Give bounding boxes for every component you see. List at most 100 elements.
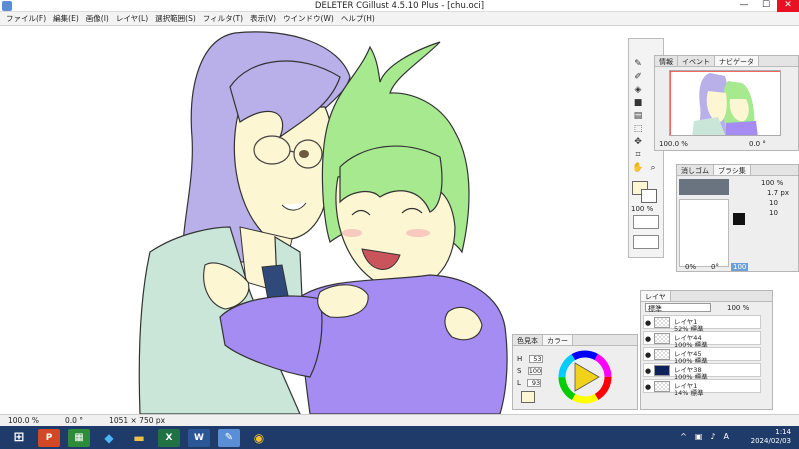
layer-row[interactable]: ● レイヤ45 100% 標準 xyxy=(643,347,761,365)
excel-icon[interactable]: X xyxy=(158,428,180,447)
toolbox-percent: 100 xyxy=(631,205,645,213)
brush-value-2[interactable]: 10 xyxy=(769,209,778,217)
eraser-tool-icon[interactable]: ◈ xyxy=(632,85,644,95)
layer-row[interactable]: ● レイヤ38 100% 標準 xyxy=(643,363,761,381)
layer-info: 14% 標準 xyxy=(674,389,704,397)
current-color-swatch[interactable] xyxy=(521,391,535,403)
brush-color-swatch[interactable] xyxy=(733,213,745,225)
cgillust-app-icon[interactable]: ✎ xyxy=(218,428,240,447)
menu-view[interactable]: 表示(V) xyxy=(250,13,276,24)
visibility-eye-icon[interactable]: ● xyxy=(645,319,651,327)
visibility-eye-icon[interactable]: ● xyxy=(645,367,651,375)
hue-value[interactable]: 53 xyxy=(528,355,543,363)
layer-opacity[interactable]: 100 xyxy=(727,304,740,312)
layer-row[interactable]: ● レイヤ1 52% 標準 xyxy=(643,315,761,333)
status-canvas-size: 1051 × 750 px xyxy=(109,416,166,425)
navigator-thumbnail xyxy=(670,71,780,135)
hand-tool-icon[interactable]: ✋ xyxy=(632,163,644,173)
brush-preview-1[interactable] xyxy=(633,215,659,229)
chevron-up-icon[interactable]: ^ xyxy=(680,432,687,441)
layer-opacity-unit: % xyxy=(742,304,750,312)
color-wheel[interactable] xyxy=(557,349,613,405)
brush-size[interactable]: 1.7 xyxy=(767,189,778,197)
taskbar: ⊞ P ▦ ◆ ▬ X W ✎ ◉ ^ ▣ ♪ A 1:14 2024/02/0… xyxy=(0,426,799,449)
tab-brush-collection[interactable]: ブラシ集 xyxy=(714,165,751,175)
brush-bottom-percent: 0% xyxy=(685,263,697,271)
menu-filter[interactable]: フィルタ(T) xyxy=(203,13,243,24)
brush-preview-2[interactable] xyxy=(633,235,659,249)
menu-edit[interactable]: 編集(E) xyxy=(53,13,79,24)
saturation-value[interactable]: 100 xyxy=(527,367,542,375)
fill-tool-icon[interactable]: ■ xyxy=(632,98,644,108)
brush-opacity[interactable]: 100 xyxy=(761,179,774,187)
navigator-zoom-unit: % xyxy=(681,140,688,148)
tab-info[interactable]: 情報 xyxy=(655,56,678,66)
menu-help[interactable]: ヘルプ(H) xyxy=(341,13,375,24)
visibility-eye-icon[interactable]: ● xyxy=(645,351,651,359)
layer-row[interactable]: ● レイヤ44 100% 標準 xyxy=(643,331,761,349)
lightness-label: L xyxy=(517,379,521,387)
color-panel: 色見本 カラー H 53 S 100 L 93 xyxy=(512,334,638,410)
spreadsheet-app-icon[interactable]: ▦ xyxy=(68,428,90,447)
tab-layer[interactable]: レイヤ xyxy=(641,291,671,301)
minimize-button[interactable]: — xyxy=(733,0,755,12)
brush-stroke-preview xyxy=(679,199,729,267)
powerpoint-icon[interactable]: P xyxy=(38,428,60,447)
status-zoom: 100.0 % xyxy=(8,416,39,425)
file-explorer-icon[interactable]: ▬ xyxy=(128,429,150,447)
chrome-icon[interactable]: ◉ xyxy=(248,429,270,447)
menu-window[interactable]: ウインドウ(W) xyxy=(283,13,334,24)
move-tool-icon[interactable]: ✥ xyxy=(632,137,644,147)
navigator-angle-unit: ° xyxy=(762,140,766,148)
gradient-tool-icon[interactable]: ▤ xyxy=(632,111,644,121)
menu-selection[interactable]: 選択範囲(S) xyxy=(155,13,196,24)
tab-navigator[interactable]: ナビゲータ xyxy=(715,56,759,66)
navigator-preview[interactable] xyxy=(669,70,781,136)
brush-texture-preview[interactable] xyxy=(679,179,729,195)
brush-size-unit: px xyxy=(780,189,789,197)
zoom-tool-icon[interactable]: ⌕ xyxy=(647,163,659,173)
layer-thumbnail xyxy=(654,381,670,392)
saturation-label: S xyxy=(517,367,522,375)
close-button[interactable]: ✕ xyxy=(777,0,799,12)
layer-thumbnail xyxy=(654,365,670,376)
menu-image[interactable]: 画像(I) xyxy=(86,13,109,24)
crop-tool-icon[interactable]: ⌗ xyxy=(632,150,644,160)
background-color-swatch[interactable] xyxy=(641,189,657,203)
network-icon[interactable]: ▣ xyxy=(695,432,703,441)
lightness-value[interactable]: 93 xyxy=(527,379,542,387)
layer-row[interactable]: ● レイヤ1 14% 標準 xyxy=(643,379,761,397)
brush-tool-icon[interactable]: ✐ xyxy=(632,72,644,82)
menu-file[interactable]: ファイル(F) xyxy=(6,13,46,24)
brush-bottom-angle: 0° xyxy=(711,263,719,271)
volume-icon[interactable]: ♪ xyxy=(710,432,715,441)
ime-indicator[interactable]: A xyxy=(724,432,729,441)
tab-event[interactable]: イベント xyxy=(678,56,715,66)
visibility-eye-icon[interactable]: ● xyxy=(645,335,651,343)
blend-mode-select[interactable]: 標準 xyxy=(645,303,711,313)
windows-start-icon[interactable]: ⊞ xyxy=(8,429,30,447)
tab-color[interactable]: カラー xyxy=(543,335,573,345)
menu-bar: ファイル(F) 編集(E) 画像(I) レイヤ(L) 選択範囲(S) フィルタ(… xyxy=(0,12,799,26)
navigator-panel: 情報 イベント ナビゲータ 100.0 % 0.0 ° xyxy=(654,55,799,151)
clock-date: 2024/02/03 xyxy=(750,437,791,445)
window-title: DELETER CGillust 4.5.10 Plus - [chu.oci] xyxy=(314,1,485,11)
word-icon[interactable]: W xyxy=(188,428,210,447)
navigator-zoom-value[interactable]: 100.0 xyxy=(659,140,679,148)
navigator-angle-value[interactable]: 0.0 xyxy=(749,140,760,148)
brush-panel: 消しゴム ブラシ集 100 % 1.7 px 10 10 0% 0° 100 xyxy=(676,164,799,272)
hue-label: H xyxy=(517,355,523,363)
layer-thumbnail xyxy=(654,333,670,344)
select-tool-icon[interactable]: ⬚ xyxy=(632,124,644,134)
tab-color-swatches[interactable]: 色見本 xyxy=(513,335,543,345)
pen-tool-icon[interactable]: ✎ xyxy=(632,59,644,69)
diamond-app-icon[interactable]: ◆ xyxy=(98,429,120,447)
toolbox-percent-unit: % xyxy=(646,205,654,213)
menu-layer[interactable]: レイヤ(L) xyxy=(116,13,148,24)
brush-value-1[interactable]: 10 xyxy=(769,199,778,207)
clock[interactable]: 1:14 2024/02/03 xyxy=(751,428,791,446)
maximize-button[interactable]: ☐ xyxy=(755,0,777,12)
clock-time: 1:14 xyxy=(775,428,791,436)
visibility-eye-icon[interactable]: ● xyxy=(645,383,651,391)
tab-eraser[interactable]: 消しゴム xyxy=(677,165,714,175)
